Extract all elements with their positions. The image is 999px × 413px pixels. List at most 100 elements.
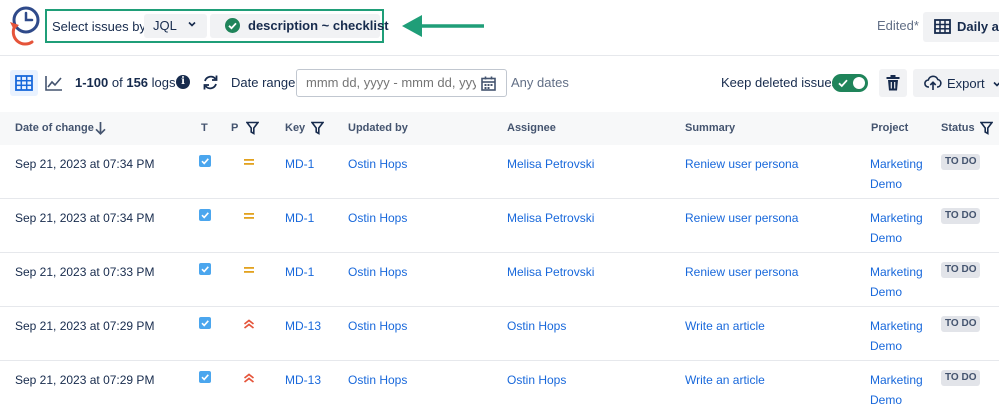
updated-by-link[interactable]: Ostin Hops — [348, 208, 407, 228]
priority-medium-icon — [244, 159, 254, 165]
summary-link[interactable]: Write an article — [685, 316, 765, 336]
status-badge: TO DO — [941, 154, 981, 170]
keep-deleted-toggle[interactable] — [832, 74, 868, 92]
assignee-link[interactable]: Melisa Petrovski — [507, 208, 594, 228]
priority-high-icon — [243, 373, 255, 383]
calendar-icon[interactable] — [481, 76, 496, 91]
change-date: Sep 21, 2023 at 07:29 PM — [15, 373, 155, 387]
saved-view-label: Daily ac — [957, 19, 999, 34]
table-row[interactable]: Sep 21, 2023 at 07:34 PM MD-1 Ostin Hops… — [0, 199, 999, 253]
change-date: Sep 21, 2023 at 07:34 PM — [15, 157, 155, 171]
column-key[interactable]: Key — [285, 122, 305, 134]
info-icon[interactable]: i — [176, 75, 190, 89]
column-summary[interactable]: Summary — [685, 122, 735, 134]
chart-view-button[interactable] — [40, 70, 68, 96]
priority-medium-icon — [244, 267, 254, 273]
jql-query-text: description ~ checklist — [248, 18, 389, 33]
check-circle-icon — [225, 18, 240, 33]
task-checkbox-icon — [199, 317, 211, 329]
change-date: Sep 21, 2023 at 07:34 PM — [15, 211, 155, 225]
table-row[interactable]: Sep 21, 2023 at 07:33 PM MD-1 Ostin Hops… — [0, 253, 999, 307]
table-icon — [934, 19, 951, 34]
issue-key-link[interactable]: MD-1 — [285, 262, 314, 282]
updated-by-link[interactable]: Ostin Hops — [348, 370, 407, 390]
status-badge: TO DO — [941, 316, 981, 332]
change-date: Sep 21, 2023 at 07:33 PM — [15, 265, 155, 279]
arrow-down-icon[interactable] — [94, 121, 107, 135]
grid-icon — [15, 75, 33, 91]
project-link[interactable]: Marketing Demo — [870, 208, 932, 248]
toolbar: 1-100 of 156 logs i Date range: Any date… — [0, 57, 999, 109]
filter-icon[interactable] — [311, 121, 324, 135]
summary-link[interactable]: Write an article — [685, 370, 765, 390]
table-row[interactable]: Sep 21, 2023 at 07:29 PM MD-13 Ostin Hop… — [0, 307, 999, 361]
assignee-link[interactable]: Melisa Petrovski — [507, 154, 594, 174]
log-count: 1-100 of 156 logs — [75, 75, 176, 90]
column-status[interactable]: Status — [941, 122, 975, 134]
project-link[interactable]: Marketing Demo — [870, 370, 932, 410]
cloud-upload-icon — [924, 75, 942, 90]
summary-link[interactable]: Reniew user persona — [685, 154, 798, 174]
issue-key-link[interactable]: MD-1 — [285, 208, 314, 228]
column-project[interactable]: Project — [871, 122, 908, 134]
task-checkbox-icon — [199, 371, 211, 383]
refresh-icon[interactable] — [202, 74, 219, 91]
jql-query-field[interactable]: description ~ checklist — [210, 14, 389, 38]
chart-icon — [45, 76, 62, 91]
callout-arrow-icon — [402, 15, 484, 37]
updated-by-link[interactable]: Ostin Hops — [348, 262, 407, 282]
toggle-knob — [853, 77, 865, 89]
change-date: Sep 21, 2023 at 07:29 PM — [15, 319, 155, 333]
column-priority[interactable]: P — [231, 122, 238, 134]
deleted-issues-button[interactable] — [879, 69, 907, 97]
table-row[interactable]: Sep 21, 2023 at 07:29 PM MD-13 Ostin Hop… — [0, 361, 999, 413]
task-checkbox-icon — [199, 209, 211, 221]
selection-mode-value: JQL — [153, 18, 177, 33]
column-date[interactable]: Date of change — [15, 122, 94, 134]
date-range-field[interactable] — [296, 69, 507, 97]
table-row[interactable]: Sep 21, 2023 at 07:34 PM MD-1 Ostin Hops… — [0, 145, 999, 199]
task-checkbox-icon — [199, 263, 211, 275]
filter-icon[interactable] — [980, 121, 993, 135]
assignee-link[interactable]: Ostin Hops — [507, 316, 566, 336]
status-badge: TO DO — [941, 262, 981, 278]
select-issues-label: Select issues by: — [52, 19, 150, 34]
date-range-label: Date range: — [231, 75, 299, 90]
priority-medium-icon — [244, 213, 254, 219]
status-badge: TO DO — [941, 370, 981, 386]
issue-key-link[interactable]: MD-13 — [285, 316, 321, 336]
priority-high-icon — [243, 319, 255, 329]
updated-by-link[interactable]: Ostin Hops — [348, 154, 407, 174]
any-dates-link[interactable]: Any dates — [511, 75, 569, 90]
issue-key-link[interactable]: MD-13 — [285, 370, 321, 390]
top-bar: Select issues by: JQL description ~ chec… — [0, 0, 999, 56]
clock-history-icon — [10, 6, 40, 46]
project-link[interactable]: Marketing Demo — [870, 154, 932, 194]
filter-icon[interactable] — [246, 121, 259, 135]
grid-view-button[interactable] — [10, 70, 38, 96]
keep-deleted-label: Keep deleted issues — [721, 75, 839, 90]
chevron-down-icon — [993, 81, 999, 87]
column-assignee[interactable]: Assignee — [507, 122, 556, 134]
check-icon — [838, 79, 848, 88]
project-link[interactable]: Marketing Demo — [870, 316, 932, 356]
date-range-input[interactable] — [306, 75, 476, 90]
summary-link[interactable]: Reniew user persona — [685, 262, 798, 282]
assignee-link[interactable]: Melisa Petrovski — [507, 262, 594, 282]
summary-link[interactable]: Reniew user persona — [685, 208, 798, 228]
updated-by-link[interactable]: Ostin Hops — [348, 316, 407, 336]
selection-mode-dropdown[interactable]: JQL — [144, 14, 207, 38]
issue-key-link[interactable]: MD-1 — [285, 154, 314, 174]
column-type[interactable]: T — [201, 122, 208, 134]
export-label: Export — [947, 76, 985, 91]
issue-selector: Select issues by: JQL description ~ chec… — [45, 9, 389, 43]
status-badge: TO DO — [941, 208, 981, 224]
assignee-link[interactable]: Ostin Hops — [507, 370, 566, 390]
saved-view-button[interactable]: Daily ac — [923, 12, 999, 42]
project-link[interactable]: Marketing Demo — [870, 262, 932, 302]
export-button[interactable]: Export — [913, 69, 999, 97]
chevron-down-icon — [188, 21, 196, 27]
column-updated-by[interactable]: Updated by — [348, 122, 408, 134]
trash-icon — [886, 75, 900, 91]
task-checkbox-icon — [199, 155, 211, 167]
